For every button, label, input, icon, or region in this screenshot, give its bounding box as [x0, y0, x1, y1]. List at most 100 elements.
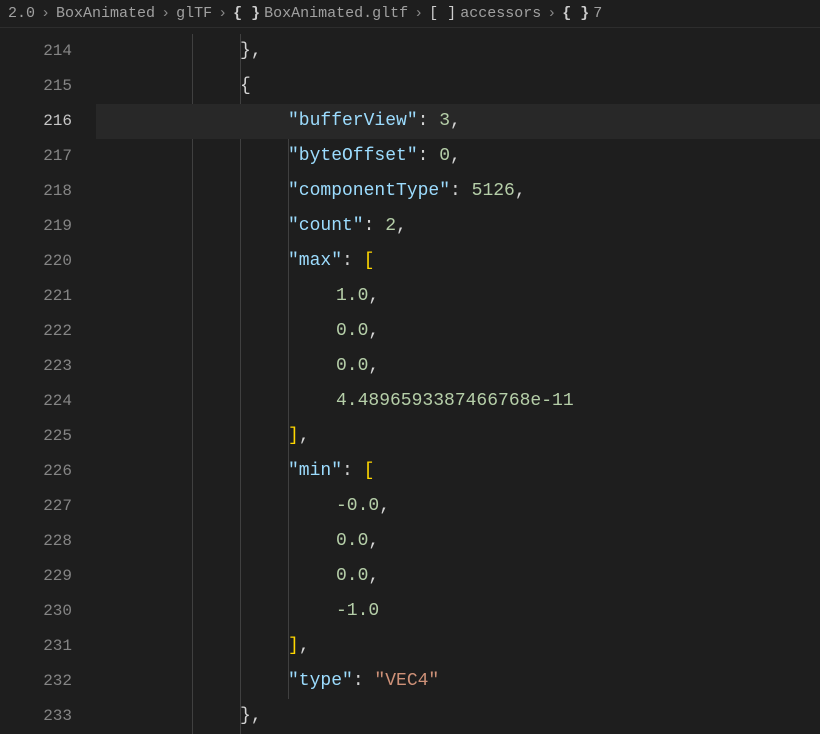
- token-number: 0.0: [336, 356, 368, 376]
- token-brace: {: [240, 76, 251, 96]
- breadcrumb-item[interactable]: 2.0: [8, 5, 35, 22]
- line-number: 227: [0, 489, 96, 524]
- line-number: 218: [0, 174, 96, 209]
- code-line[interactable]: "count": 2,: [96, 209, 820, 244]
- token-brace: }: [240, 41, 251, 61]
- code-line[interactable]: 0.0,: [96, 314, 820, 349]
- chevron-right-icon: ›: [414, 5, 423, 22]
- breadcrumb-item[interactable]: BoxAnimated: [56, 5, 155, 22]
- token-colon: :: [342, 251, 364, 271]
- token-key: "count": [288, 216, 364, 236]
- token-key: "max": [288, 251, 342, 271]
- token-comma: ,: [251, 41, 262, 61]
- line-number: 215: [0, 69, 96, 104]
- token-number: 0.0: [336, 566, 368, 586]
- code-line[interactable]: "max": [: [96, 244, 820, 279]
- chevron-right-icon: ›: [41, 5, 50, 22]
- token-comma: ,: [368, 531, 379, 551]
- braces-icon: { }: [233, 5, 260, 22]
- code-line[interactable]: "min": [: [96, 454, 820, 489]
- token-key: "min": [288, 461, 342, 481]
- chevron-right-icon: ›: [218, 5, 227, 22]
- token-number: -0.0: [336, 496, 379, 516]
- code-line[interactable]: ],: [96, 629, 820, 664]
- line-number: 233: [0, 699, 96, 734]
- token-comma: ,: [450, 111, 461, 131]
- line-number: 217: [0, 139, 96, 174]
- code-line[interactable]: },: [96, 699, 820, 734]
- token-comma: ,: [368, 321, 379, 341]
- token-comma: ,: [396, 216, 407, 236]
- token-bracket: ]: [288, 636, 299, 656]
- token-brace: }: [240, 706, 251, 726]
- code-line[interactable]: 0.0,: [96, 524, 820, 559]
- line-number: 231: [0, 629, 96, 664]
- line-number: 221: [0, 279, 96, 314]
- token-bracket: [: [364, 461, 375, 481]
- token-number: 5126: [472, 181, 515, 201]
- token-number: 3: [439, 111, 450, 131]
- code-line[interactable]: ],: [96, 419, 820, 454]
- line-number: 223: [0, 349, 96, 384]
- code-editor[interactable]: 2142152162172182192202212222232242252262…: [0, 28, 820, 732]
- line-number-gutter: 2142152162172182192202212222232242252262…: [0, 28, 96, 732]
- token-colon: :: [342, 461, 364, 481]
- breadcrumb-item[interactable]: { } BoxAnimated.gltf: [233, 5, 408, 22]
- breadcrumb-label: glTF: [176, 5, 212, 22]
- code-line[interactable]: -1.0: [96, 594, 820, 629]
- code-line[interactable]: 4.4896593387466768e-11: [96, 384, 820, 419]
- line-number: 219: [0, 209, 96, 244]
- token-comma: ,: [379, 496, 390, 516]
- breadcrumb-item[interactable]: { } 7: [562, 5, 602, 22]
- code-line[interactable]: 0.0,: [96, 559, 820, 594]
- code-line[interactable]: "bufferView": 3,: [96, 104, 820, 139]
- line-number: 230: [0, 594, 96, 629]
- token-colon: :: [450, 181, 472, 201]
- token-number: 0.0: [336, 321, 368, 341]
- token-key: "byteOffset": [288, 146, 418, 166]
- code-line[interactable]: },: [96, 34, 820, 69]
- token-bracket: ]: [288, 426, 299, 446]
- token-comma: ,: [368, 356, 379, 376]
- token-number: 4.4896593387466768e-11: [336, 391, 574, 411]
- breadcrumb-label: 2.0: [8, 5, 35, 22]
- brackets-icon: [ ]: [429, 5, 456, 22]
- token-comma: ,: [251, 706, 262, 726]
- line-number: 224: [0, 384, 96, 419]
- breadcrumb[interactable]: 2.0 › BoxAnimated › glTF › { } BoxAnimated.glt…: [0, 0, 820, 28]
- token-key: "type": [288, 671, 353, 691]
- token-colon: :: [418, 146, 440, 166]
- token-key: "componentType": [288, 181, 450, 201]
- code-area[interactable]: },{"bufferView": 3,"byteOffset": 0,"comp…: [96, 28, 820, 732]
- token-comma: ,: [299, 426, 310, 446]
- token-key: "bufferView": [288, 111, 418, 131]
- token-comma: ,: [450, 146, 461, 166]
- token-colon: :: [364, 216, 386, 236]
- code-line[interactable]: 0.0,: [96, 349, 820, 384]
- token-bracket: [: [364, 251, 375, 271]
- token-colon: :: [418, 111, 440, 131]
- code-line[interactable]: "componentType": 5126,: [96, 174, 820, 209]
- breadcrumb-item[interactable]: [ ] accessors: [429, 5, 541, 22]
- code-line[interactable]: "byteOffset": 0,: [96, 139, 820, 174]
- breadcrumb-label: BoxAnimated.gltf: [264, 5, 408, 22]
- token-comma: ,: [368, 566, 379, 586]
- code-line[interactable]: -0.0,: [96, 489, 820, 524]
- code-line[interactable]: "type": "VEC4": [96, 664, 820, 699]
- line-number: 229: [0, 559, 96, 594]
- code-line[interactable]: 1.0,: [96, 279, 820, 314]
- line-number: 225: [0, 419, 96, 454]
- token-number: 2: [385, 216, 396, 236]
- token-comma: ,: [515, 181, 526, 201]
- breadcrumb-label: 7: [593, 5, 602, 22]
- token-comma: ,: [368, 286, 379, 306]
- token-number: -1.0: [336, 601, 379, 621]
- code-line[interactable]: {: [96, 69, 820, 104]
- line-number: 228: [0, 524, 96, 559]
- chevron-right-icon: ›: [161, 5, 170, 22]
- line-number: 214: [0, 34, 96, 69]
- token-number: 1.0: [336, 286, 368, 306]
- token-number: 0: [439, 146, 450, 166]
- breadcrumb-item[interactable]: glTF: [176, 5, 212, 22]
- breadcrumb-label: BoxAnimated: [56, 5, 155, 22]
